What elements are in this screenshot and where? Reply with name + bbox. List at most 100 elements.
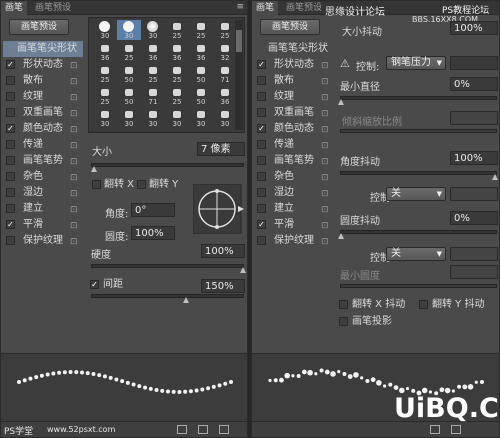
brush-tip-cell[interactable]: 30 <box>117 20 141 40</box>
checkbox-box[interactable] <box>6 188 15 197</box>
angle-jitter-slider-thumb[interactable] <box>492 174 498 180</box>
list-item-option[interactable]: 保护纹理 ⊡ <box>254 233 334 249</box>
brush-tip-cell[interactable]: 25 <box>213 20 237 40</box>
brush-presets-button[interactable]: 画笔预设 <box>9 19 69 35</box>
brush-tip-cell[interactable]: 25 <box>165 86 189 106</box>
spacing-slider[interactable] <box>91 294 244 298</box>
checkbox-box[interactable] <box>6 140 15 149</box>
brush-tip-cell[interactable]: 36 <box>189 42 213 62</box>
grid-icon[interactable] <box>451 425 461 434</box>
list-item-option[interactable]: 湿边 ⊡ <box>254 185 334 201</box>
flip-y-checkbox[interactable]: 翻转 Y <box>134 177 189 193</box>
brush-projection-checkbox[interactable]: 画笔投影 <box>336 314 416 330</box>
brush-tip-cell[interactable]: 30 <box>93 20 117 40</box>
lock-icon[interactable]: ⊡ <box>70 122 78 138</box>
lock-icon[interactable]: ⊡ <box>70 106 78 122</box>
lock-icon[interactable]: ⊡ <box>70 154 78 170</box>
size-slider[interactable] <box>91 163 244 167</box>
lock-icon[interactable]: ⊡ <box>70 234 78 250</box>
lock-icon[interactable]: ⊡ <box>321 122 329 138</box>
spacing-field[interactable]: 150% <box>201 279 245 293</box>
checkbox-box[interactable] <box>257 204 266 213</box>
list-item-option[interactable]: 散布 ⊡ <box>254 73 334 89</box>
checkbox-box[interactable] <box>6 108 15 117</box>
checkbox-box[interactable] <box>6 172 15 181</box>
hardness-slider-thumb[interactable] <box>240 267 246 273</box>
list-item-option[interactable]: ✓ 平滑 ⊡ <box>254 217 334 233</box>
checkbox-box[interactable] <box>257 92 266 101</box>
lock-icon[interactable]: ⊡ <box>321 90 329 106</box>
brush-tip-cell[interactable]: 30 <box>189 108 213 128</box>
checkbox-box[interactable] <box>419 300 428 309</box>
hardness-slider[interactable] <box>91 264 244 268</box>
brush-tip-cell[interactable]: 25 <box>165 64 189 84</box>
control-select-2[interactable]: 关 ▼ <box>386 187 446 201</box>
brush-presets-button[interactable]: 画笔预设 <box>260 19 320 35</box>
min-diameter-slider[interactable] <box>340 96 497 100</box>
checkbox-box[interactable] <box>6 76 15 85</box>
list-item-option[interactable]: 画笔笔势 ⊡ <box>254 153 334 169</box>
roundness-jitter-field[interactable]: 0% <box>450 211 498 225</box>
brush-tip-cell[interactable]: 36 <box>213 86 237 106</box>
brush-tip-cell[interactable]: 30 <box>213 108 237 128</box>
min-diameter-field[interactable]: 0% <box>450 77 498 91</box>
new-brush-icon[interactable] <box>219 425 229 434</box>
brush-tip-cell[interactable]: 36 <box>141 42 165 62</box>
hardness-field[interactable]: 100% <box>201 244 245 258</box>
lock-icon[interactable]: ⊡ <box>321 218 329 234</box>
control-select-pen-pressure[interactable]: 钢笔压力 ▼ <box>386 56 446 70</box>
tab-brush[interactable]: 画笔 <box>252 1 279 15</box>
list-item-brush-tip-shape[interactable]: 画笔笔尖形状 <box>254 41 334 57</box>
checkbox-box[interactable] <box>6 92 15 101</box>
lock-icon[interactable]: ⊡ <box>321 138 329 154</box>
toggle-preview-icon[interactable] <box>430 425 440 434</box>
brush-tip-cell[interactable]: 36 <box>165 42 189 62</box>
roundness-field[interactable]: 100% <box>131 226 175 240</box>
checkbox-box[interactable]: ✓ <box>6 124 15 133</box>
spacing-slider-thumb[interactable] <box>183 297 189 303</box>
brush-tip-cell[interactable]: 30 <box>141 20 165 40</box>
list-item-option[interactable]: ✓ 颜色动态 ⊡ <box>3 121 83 137</box>
pen-pressure-extra-field[interactable] <box>450 56 498 70</box>
lock-icon[interactable]: ⊡ <box>70 74 78 90</box>
lock-icon[interactable]: ⊡ <box>70 202 78 218</box>
brush-tip-cell[interactable]: 50 <box>189 64 213 84</box>
list-item-option[interactable]: 杂色 ⊡ <box>3 169 83 185</box>
lock-icon[interactable]: ⊡ <box>70 58 78 74</box>
checkbox-box[interactable] <box>6 236 15 245</box>
checkbox-box[interactable] <box>339 300 348 309</box>
checkbox-box[interactable]: ✓ <box>90 280 99 289</box>
brush-tip-cell[interactable]: 36 <box>93 42 117 62</box>
list-item-option[interactable]: 散布 ⊡ <box>3 73 83 89</box>
lock-icon[interactable]: ⊡ <box>70 186 78 202</box>
list-item-option[interactable]: 画笔笔势 ⊡ <box>3 153 83 169</box>
lock-icon[interactable]: ⊡ <box>70 170 78 186</box>
control-select-3[interactable]: 关 ▼ <box>386 247 446 261</box>
checkbox-box[interactable] <box>6 204 15 213</box>
checkbox-box[interactable] <box>339 317 348 326</box>
size-slider-thumb[interactable] <box>91 166 97 172</box>
grid-icon[interactable] <box>198 425 208 434</box>
checkbox-box[interactable]: ✓ <box>6 60 15 69</box>
size-field[interactable]: 7 像素 <box>197 142 245 156</box>
list-item-option[interactable]: 传递 ⊡ <box>254 137 334 153</box>
list-item-option[interactable]: 保护纹理 ⊡ <box>3 233 83 249</box>
toggle-preview-icon[interactable] <box>177 425 187 434</box>
brush-tip-cell[interactable]: 71 <box>213 64 237 84</box>
brush-tip-cell[interactable]: 30 <box>117 108 141 128</box>
brush-tip-cell[interactable]: 50 <box>117 64 141 84</box>
list-item-option[interactable]: 建立 ⊡ <box>254 201 334 217</box>
list-item-option[interactable]: 双重画笔 ⊡ <box>3 105 83 121</box>
checkbox-box[interactable] <box>137 180 146 189</box>
list-item-option[interactable]: 纹理 ⊡ <box>3 89 83 105</box>
checkbox-box[interactable] <box>257 108 266 117</box>
checkbox-box[interactable] <box>257 236 266 245</box>
brush-tip-cell[interactable]: 25 <box>141 64 165 84</box>
list-item-option[interactable]: ✓ 形状动态 ⊡ <box>3 57 83 73</box>
brush-tip-cell[interactable]: 25 <box>165 20 189 40</box>
checkbox-box[interactable] <box>257 156 266 165</box>
spacing-checkbox[interactable]: ✓ 间距 <box>87 277 147 293</box>
flip-x-jitter-checkbox[interactable]: 翻转 X 抖动 <box>336 297 416 313</box>
lock-icon[interactable]: ⊡ <box>321 186 329 202</box>
lock-icon[interactable]: ⊡ <box>321 202 329 218</box>
